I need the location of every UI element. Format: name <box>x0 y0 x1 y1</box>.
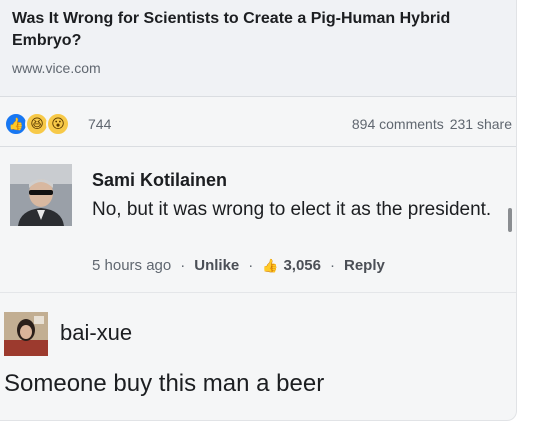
post-card: Was It Wrong for Scientists to Create a … <box>0 0 517 421</box>
comment: Sami Kotilainen No, but it was wrong to … <box>0 152 516 282</box>
link-domain: www.vice.com <box>12 60 101 76</box>
comment-author[interactable]: Sami Kotilainen <box>92 170 227 191</box>
separator-dot: · <box>329 257 335 274</box>
avatar[interactable] <box>10 164 72 226</box>
comment-text: No, but it was wrong to elect it as the … <box>92 199 492 220</box>
reaction-icons[interactable]: 👍 😆 😮 <box>4 112 70 136</box>
link-title[interactable]: Was It Wrong for Scientists to Create a … <box>12 8 510 52</box>
comment-timestamp[interactable]: 5 hours ago <box>92 257 171 274</box>
comment-author[interactable]: bai-xue <box>60 320 132 346</box>
divider <box>0 146 516 147</box>
comment-like-count[interactable]: 3,056 <box>283 257 321 274</box>
divider <box>0 96 516 97</box>
link-preview[interactable]: Was It Wrong for Scientists to Create a … <box>0 0 516 96</box>
comments-count-link[interactable]: 894 comments <box>352 116 444 132</box>
shares-count-link[interactable]: 231 share <box>450 116 512 132</box>
reply-button[interactable]: Reply <box>344 257 385 274</box>
scrollbar[interactable] <box>508 208 512 232</box>
unlike-button[interactable]: Unlike <box>194 257 239 274</box>
separator-dot: · <box>248 257 254 274</box>
separator-dot: · <box>180 257 186 274</box>
wow-icon: 😮 <box>46 112 70 136</box>
engagement-counts: 894 comments 231 share <box>352 116 512 132</box>
stats-row: 👍 😆 😮 744 894 comments 231 share <box>0 108 516 142</box>
reaction-count[interactable]: 744 <box>88 116 111 132</box>
comment-meta: 5 hours ago · Unlike · 👍 3,056 · Reply <box>92 257 385 274</box>
avatar[interactable] <box>4 312 48 356</box>
thumbs-up-icon: 👍 <box>262 257 279 273</box>
divider <box>0 292 516 293</box>
comment: bai-xue Someone buy this man a beer <box>0 306 516 416</box>
comment-text: Someone buy this man a beer <box>4 370 325 397</box>
